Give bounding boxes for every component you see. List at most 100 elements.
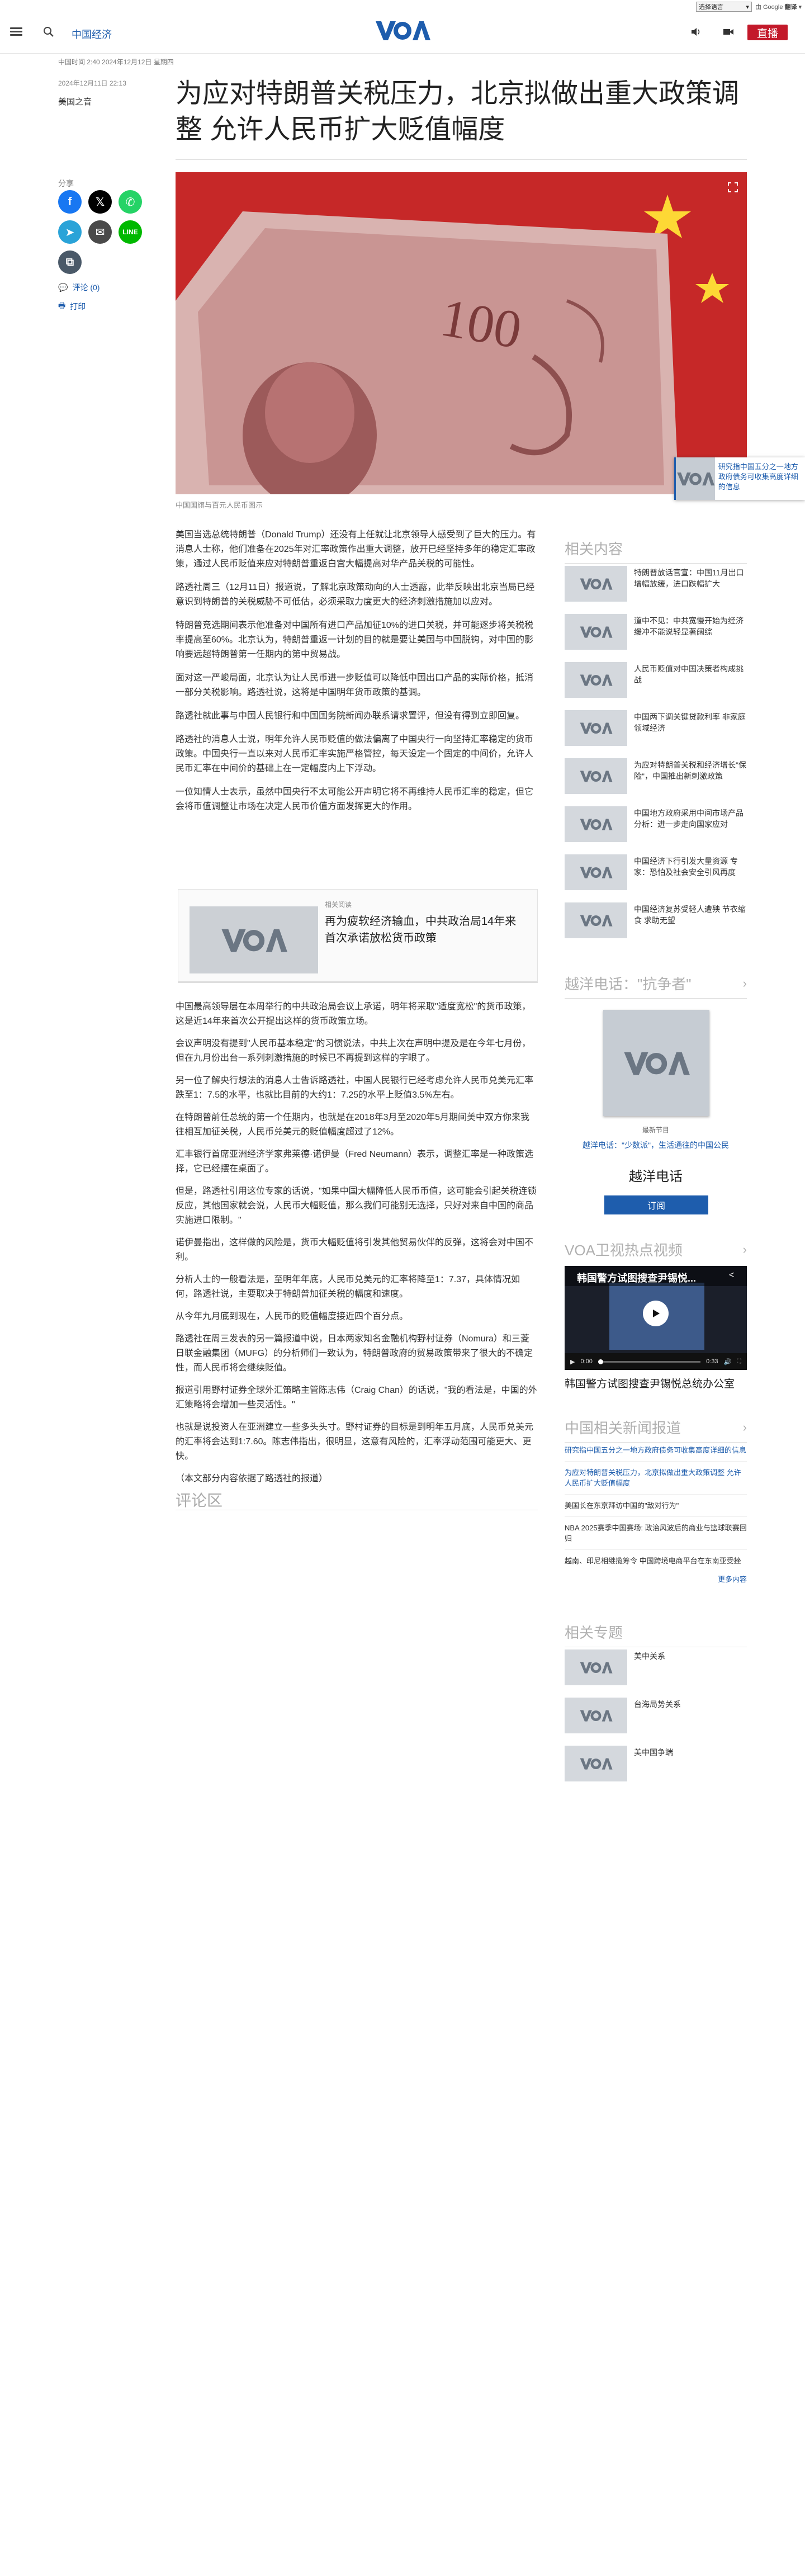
thumbnail	[565, 902, 627, 938]
float-thumbnail	[675, 457, 715, 500]
expand-icon[interactable]	[727, 181, 739, 193]
rail-related-item[interactable]: 人民币贬值对中国决策者构成挑战	[565, 662, 747, 702]
chevron-down-icon: ▾	[746, 3, 749, 11]
rail-hotline-heading[interactable]: 越洋电话："抗争者" ›	[565, 973, 747, 999]
thumbnail	[565, 1746, 627, 1781]
play-small-icon[interactable]: ▶	[570, 1358, 575, 1365]
email-share-button[interactable]: ✉	[88, 220, 112, 244]
translate-label: 翻译	[784, 4, 797, 11]
related-article-card[interactable]: 相关阅读 再为疲软经济输血，中共政治局14年来首次承诺放松货币政策	[178, 889, 538, 983]
topic-item[interactable]: 台海局势关系	[565, 1698, 747, 1738]
byline: 美国之音	[58, 97, 92, 107]
video-icon[interactable]	[722, 26, 735, 38]
rail-related-item[interactable]: 为应对特朗普关税和经济增长"保险"，中国推出新刺激政策	[565, 758, 747, 798]
voa-logo[interactable]	[375, 18, 430, 42]
search-icon[interactable]	[42, 26, 55, 38]
live-button[interactable]: 直播	[747, 25, 788, 40]
thumbnail	[565, 1698, 627, 1733]
topic-title: 美中国争端	[634, 1748, 673, 1757]
x-share-button[interactable]: 𝕏	[88, 190, 112, 214]
article-body-a: 美国当选总统特朗普（Donald Trump）还没有上任就让北京领导人感受到了巨…	[176, 528, 538, 823]
print-link[interactable]: 🖶 打印	[58, 300, 86, 313]
fullscreen-icon[interactable]: ⛶	[737, 1358, 741, 1365]
article-title: 为应对特朗普关税压力，北京拟做出重大政策调整 允许人民币扩大贬值幅度	[176, 79, 740, 144]
whatsapp-icon: ✆	[125, 196, 135, 209]
topic-item[interactable]: 美中关系	[565, 1649, 747, 1690]
print-label: 打印	[70, 302, 86, 311]
whatsapp-share-button[interactable]: ✆	[119, 190, 142, 214]
site-header: 中国经济 直播	[0, 13, 805, 54]
image-caption: 中国国旗与百元人民币图示	[176, 501, 263, 509]
body-paragraph: 路透社就此事与中国人民银行和中国国务院新闻办联系请求置评，但没有得到立即回复。	[176, 711, 525, 721]
google-translate[interactable]: 由 Google 翻译 ▾	[755, 2, 802, 11]
china-news-item[interactable]: 美国长在东京拜访中国的"敌对行为"	[565, 1500, 747, 1517]
body-paragraph: 路透社在周三发表的另一篇报道中说，日本两家知名金融机构野村证券（Nomura）和…	[176, 1334, 533, 1373]
rail-related-item[interactable]: 中国经济复苏受轻人遭殃 节衣缩食 求助无望	[565, 902, 747, 943]
rail-related-item[interactable]: 中国两下调关键贷款利率 非家庭领域经济	[565, 710, 747, 750]
subscribe-button[interactable]: 订阅	[604, 1195, 708, 1214]
hotline-episode-link[interactable]: 越洋电话："少数派"，生活通往的中国公民	[565, 1140, 747, 1151]
rail-related-item[interactable]: 道中不见：中共宽慢开始为经济缓冲不能说轻显著阔综	[565, 614, 747, 654]
item-title: 中国地方政府采用中间市场产品分析：进一步走向国家应对	[634, 809, 744, 829]
video-progress[interactable]	[598, 1359, 701, 1364]
floating-related-card[interactable]: 研究指中国五分之一地方政府债务可收集高度详细的信息	[674, 457, 805, 500]
x-icon: 𝕏	[95, 196, 105, 209]
hotline-tag: 最新节目	[642, 1126, 669, 1134]
china-news-item[interactable]: 为应对特朗普关税压力，北京拟做出重大政策调整 允许人民币扩大贬值幅度	[565, 1467, 747, 1495]
body-paragraph: 诺伊曼指出，这样做的风险是，货币大幅贬值将引发其他贸易伙伴的反弹，这将会对中国不…	[176, 1238, 534, 1262]
related-label: 相关阅读	[325, 901, 352, 909]
google-powered-label: 由 Google	[755, 4, 783, 11]
body-paragraph: 中国最高领导层在本周举行的中共政治局会议上承诺，明年将采取"适度宽松"的货币政策…	[176, 1002, 531, 1026]
line-icon: LINE	[122, 228, 138, 236]
china-news-item[interactable]: 越南、印尼相继揽筹令 中国跨境电商平台在东南亚受挫	[565, 1556, 747, 1572]
china-news-item[interactable]: 研究指中国五分之一地方政府债务可收集高度详细的信息	[565, 1445, 747, 1462]
facebook-share-button[interactable]: f	[58, 190, 82, 214]
banknote-illustration: 100	[176, 172, 747, 494]
hero-image: 100	[176, 172, 747, 494]
hamburger-icon[interactable]	[10, 26, 22, 38]
play-icon[interactable]	[643, 1301, 669, 1326]
rail-related-title: 相关内容	[565, 541, 623, 557]
title-divider	[176, 159, 747, 160]
line-share-button[interactable]: LINE	[119, 220, 142, 244]
topic-title: 美中关系	[634, 1652, 665, 1661]
rail-video-heading[interactable]: VOA卫视热点视频 ›	[565, 1239, 747, 1260]
video-player[interactable]: 韩国警方试图搜查尹锡悦... < ▶ 0:00 0:33 🔊 ⛶	[565, 1266, 747, 1370]
copy-link-button[interactable]: ⧉	[58, 250, 82, 274]
closing-note: （本文部分内容依据了路透社的报道）	[176, 1474, 328, 1483]
rail-related-item[interactable]: 中国地方政府采用中间市场产品分析：进一步走向国家应对	[565, 806, 747, 847]
language-select[interactable]: 选择语言 ▾	[695, 2, 752, 12]
rail-china-heading[interactable]: 中国相关新闻报道 ›	[565, 1417, 747, 1443]
comments-label: 评论 (0)	[72, 283, 100, 292]
chevron-right-icon: ›	[742, 1420, 747, 1434]
comments-link[interactable]: 💬 评论 (0)	[58, 282, 100, 293]
china-news-item[interactable]: NBA 2025赛季中国赛场: 政治风波后的商业与篮球联赛回归	[565, 1523, 747, 1550]
thumbnail	[565, 1649, 627, 1685]
item-title: 人民币贬值对中国决策者构成挑战	[634, 664, 744, 684]
speaker-icon[interactable]	[690, 26, 702, 38]
topic-item[interactable]: 美中国争端	[565, 1746, 747, 1786]
body-paragraph: 面对这一严峻局面，北京认为让人民币进一步贬值可以降低中国出口产品的实际价格，抵消…	[176, 673, 534, 697]
section-link[interactable]: 中国经济	[72, 27, 112, 41]
telegram-share-button[interactable]: ➤	[58, 220, 82, 244]
thumbnail	[565, 758, 627, 794]
share-icon[interactable]: <	[729, 1270, 734, 1280]
item-title: 中国经济复苏受轻人遭殃 节衣缩食 求助无望	[634, 905, 746, 925]
related-thumbnail	[190, 906, 318, 973]
podcast-cover[interactable]	[603, 1010, 709, 1116]
article-meta: 2024年12月11日 22:13 美国之音	[58, 78, 170, 107]
video-caption[interactable]: 韩国警方试图搜查尹锡悦总统办公室	[565, 1376, 747, 1391]
body-paragraph: 路透社周三（12月11日）报道说，了解北京政策动向的人士透露，此举反映出北京当局…	[176, 583, 535, 607]
rail-related-item[interactable]: 特朗普放话官宣：中国11月出口增幅放缓，进口跌幅扩大	[565, 566, 747, 606]
item-title: 中国两下调关键贷款利率 非家庭领域经济	[634, 712, 746, 732]
facebook-icon: f	[68, 195, 72, 208]
china-news-list: 研究指中国五分之一地方政府债务可收集高度详细的信息 为应对特朗普关税压力，北京拟…	[565, 1445, 747, 1585]
video-current-time: 0:00	[580, 1358, 593, 1365]
more-link[interactable]: 更多内容	[565, 1574, 747, 1585]
body-paragraph: 也就是说投资人在亚洲建立一些多头头寸。野村证券的目标是到明年五月底，人民币兑美元…	[176, 1422, 534, 1461]
rail-related-item[interactable]: 中国经济下行引发大量资源 专家：恐怕及社会安全引风再度	[565, 854, 747, 895]
china-section-title: 中国相关新闻报道	[565, 1420, 681, 1436]
share-label: 分享	[58, 179, 74, 188]
copy-icon: ⧉	[65, 256, 74, 268]
volume-icon[interactable]: 🔊	[724, 1358, 732, 1365]
